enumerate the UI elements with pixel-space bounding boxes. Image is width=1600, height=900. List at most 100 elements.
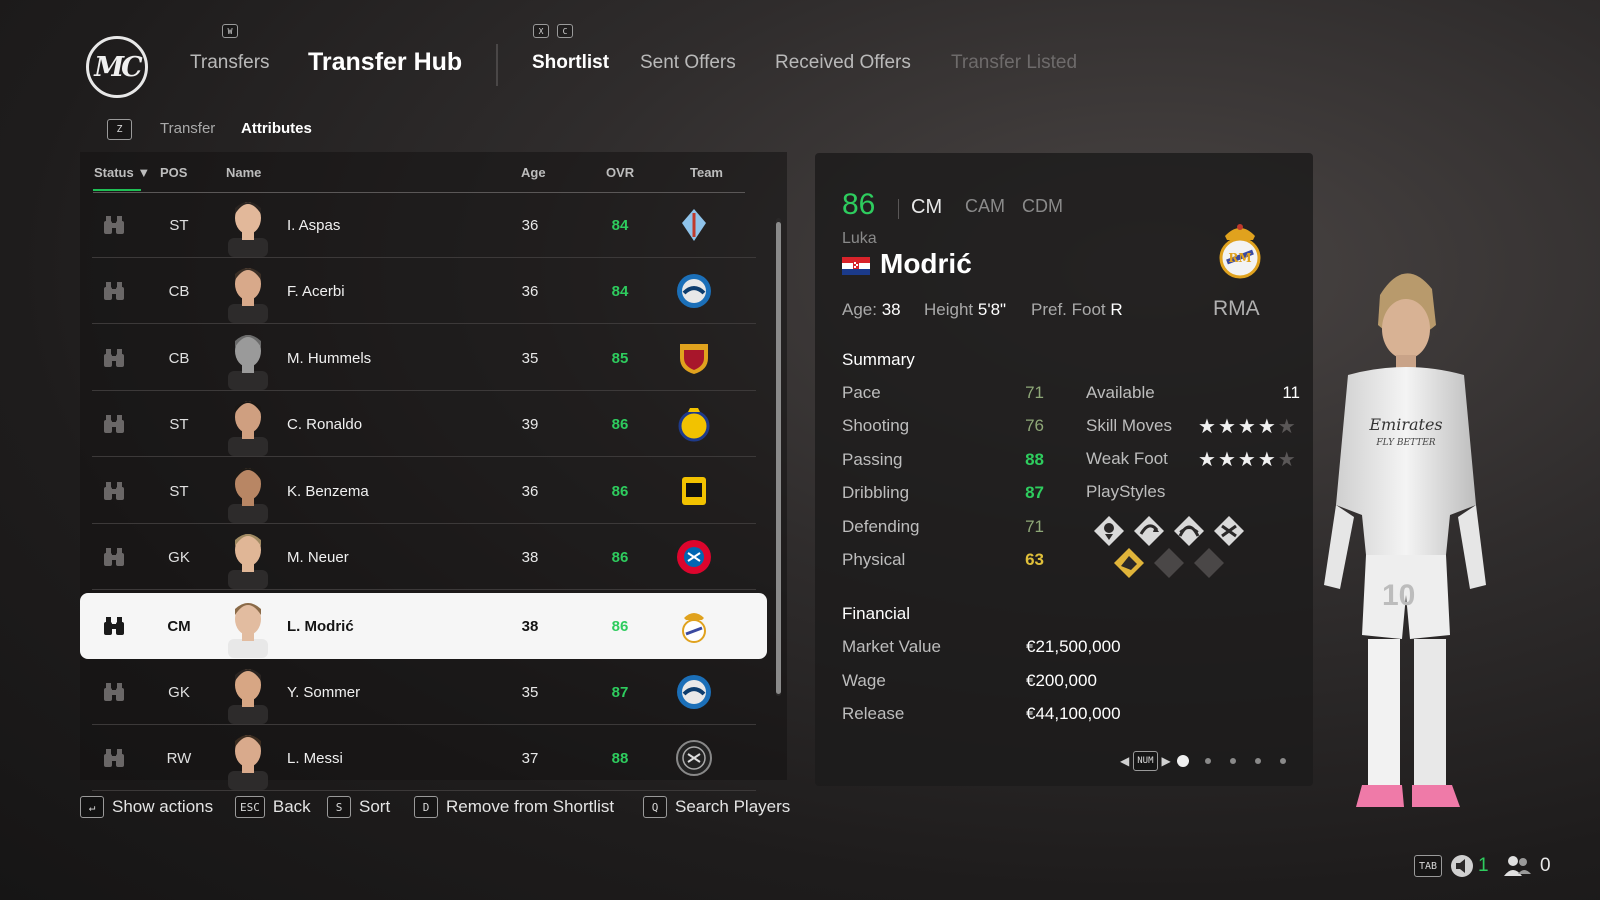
- table-row[interactable]: CB F. Acerbi 36 84: [92, 258, 756, 324]
- nav-transfers[interactable]: Transfers: [190, 52, 270, 74]
- page-dot-active[interactable]: [1177, 755, 1189, 767]
- player-name: L. Messi: [287, 749, 343, 767]
- skill-moves-stars: ★★★★★: [1198, 414, 1298, 439]
- tab-received-offers[interactable]: Received Offers: [775, 52, 911, 74]
- table-row-selected[interactable]: CM L. Modrić 38 86: [80, 593, 767, 659]
- volume-icon[interactable]: [1450, 854, 1474, 878]
- table-row[interactable]: ST C. Ronaldo 39 86: [92, 391, 756, 457]
- enter-key-icon: ↵: [80, 796, 104, 818]
- playstyle-long-ball-pass-icon[interactable]: [1172, 514, 1206, 548]
- table-row[interactable]: ST K. Benzema 36 86: [92, 458, 756, 524]
- attr-dribbling-value: 87: [1025, 483, 1044, 503]
- attr-passing-value: 88: [1025, 449, 1044, 469]
- page-dot[interactable]: [1255, 758, 1261, 764]
- action-show-actions[interactable]: ↵ Show actions: [80, 796, 213, 818]
- financial-label: Market Value: [842, 637, 941, 656]
- column-header-age[interactable]: Age: [521, 165, 546, 180]
- table-row[interactable]: ST I. Aspas 36 84: [92, 192, 756, 258]
- scout-binoculars-icon[interactable]: [102, 348, 126, 368]
- player-ovr: 87: [611, 683, 629, 701]
- column-header-pos[interactable]: POS: [160, 165, 187, 180]
- skill-moves-label: Skill Moves: [1086, 416, 1172, 435]
- page-next-icon[interactable]: ▶: [1162, 754, 1171, 768]
- subtab-transfer[interactable]: Transfer: [160, 120, 215, 137]
- sort-indicator: [93, 189, 141, 191]
- financial-value: €21,500,000: [1026, 637, 1121, 656]
- online-users-count: 0: [1540, 855, 1551, 876]
- tab-key-icon: TAB: [1414, 855, 1443, 877]
- scout-binoculars-icon[interactable]: [102, 215, 126, 235]
- player-avatar: [228, 401, 268, 456]
- users-icon[interactable]: [1502, 854, 1532, 878]
- action-sort[interactable]: S Sort: [327, 796, 390, 818]
- attr-passing-label: Passing: [842, 449, 903, 469]
- page-dot[interactable]: [1280, 758, 1286, 764]
- real-madrid-crest-icon: [682, 613, 706, 643]
- player-age: 36: [521, 216, 539, 234]
- attr-shooting-value: 76: [1025, 416, 1044, 436]
- tab-sent-offers[interactable]: Sent Offers: [640, 52, 736, 74]
- page-switcher[interactable]: ◀ NUM ▶: [1120, 751, 1171, 771]
- action-search-players[interactable]: Q Search Players: [643, 796, 790, 818]
- subtab-attributes[interactable]: Attributes: [241, 120, 312, 137]
- sort-desc-icon: ▼: [137, 165, 151, 180]
- page-prev-icon[interactable]: ◀: [1120, 754, 1129, 768]
- player-ovr: 86: [611, 482, 629, 500]
- table-row[interactable]: CB M. Hummels 35 85: [92, 325, 756, 391]
- scout-binoculars-icon[interactable]: [102, 547, 126, 567]
- attr-defending-value: 71: [1025, 516, 1044, 536]
- player-ovr: 85: [611, 349, 629, 367]
- player-avatar: [228, 534, 268, 589]
- player-position: CM: [911, 196, 943, 218]
- player-age: 37: [521, 749, 539, 767]
- player-position: GK: [168, 683, 190, 701]
- key-hint-c: C: [557, 24, 573, 38]
- scout-binoculars-icon[interactable]: [102, 682, 126, 702]
- page-dot[interactable]: [1205, 758, 1211, 764]
- inter-miami-crest-icon: [676, 740, 712, 776]
- playstyle-plus-icon[interactable]: [1112, 546, 1146, 580]
- player-name: F. Acerbi: [287, 282, 345, 300]
- table-row[interactable]: GK Y. Sommer 35 87: [92, 659, 756, 725]
- scout-binoculars-icon[interactable]: [102, 616, 126, 636]
- player-ovr: 86: [611, 548, 629, 566]
- action-remove-from-shortlist[interactable]: D Remove from Shortlist: [414, 796, 614, 818]
- column-header-name[interactable]: Name: [226, 165, 261, 180]
- playstyle-empty-slot-icon: [1154, 548, 1184, 578]
- column-header-status[interactable]: Status ▼: [94, 165, 150, 180]
- page-dot[interactable]: [1230, 758, 1236, 764]
- action-back[interactable]: ESC Back: [235, 796, 311, 818]
- career-mode-logo: MC: [86, 36, 148, 98]
- player-avatar: [228, 268, 268, 323]
- table-row[interactable]: RW L. Messi 37 88: [92, 725, 756, 791]
- player-age: 36: [521, 482, 539, 500]
- playstyle-pinged-pass-icon[interactable]: [1212, 514, 1246, 548]
- scout-binoculars-icon[interactable]: [102, 481, 126, 501]
- column-header-team[interactable]: Team: [690, 165, 723, 180]
- column-header-ovr[interactable]: OVR: [606, 165, 634, 180]
- num-key-icon: NUM: [1133, 751, 1158, 771]
- al-ittihad-crest-icon: [682, 477, 706, 505]
- player-first-name: Luka: [842, 230, 877, 247]
- player-ovr: 88: [611, 749, 629, 767]
- player-position: CB: [168, 349, 190, 367]
- summary-title: Summary: [842, 350, 915, 369]
- playstyle-incisive-pass-icon[interactable]: [1132, 514, 1166, 548]
- table-row[interactable]: GK M. Neuer 38 86: [92, 524, 756, 590]
- player-age: Age: 38: [842, 300, 901, 319]
- scout-binoculars-icon[interactable]: [102, 748, 126, 768]
- scout-binoculars-icon[interactable]: [102, 414, 126, 434]
- attr-defending-label: Defending: [842, 516, 920, 536]
- playstyle-tiki-taka-icon[interactable]: [1092, 514, 1126, 548]
- tab-transfer-listed[interactable]: Transfer Listed: [951, 52, 1077, 74]
- player-ovr: 86: [611, 415, 629, 433]
- tab-shortlist[interactable]: Shortlist: [532, 52, 609, 74]
- svg-text:FLY BETTER: FLY BETTER: [1375, 438, 1435, 448]
- page-title: Transfer Hub: [308, 48, 463, 76]
- player-render-image: Emirates FLY BETTER 10: [1324, 273, 1486, 807]
- scout-binoculars-icon[interactable]: [102, 281, 126, 301]
- scrollbar-thumb[interactable]: [776, 222, 781, 694]
- player-name: Y. Sommer: [287, 683, 361, 701]
- croatia-flag-icon: [842, 257, 870, 275]
- player-ovr: 86: [611, 617, 629, 635]
